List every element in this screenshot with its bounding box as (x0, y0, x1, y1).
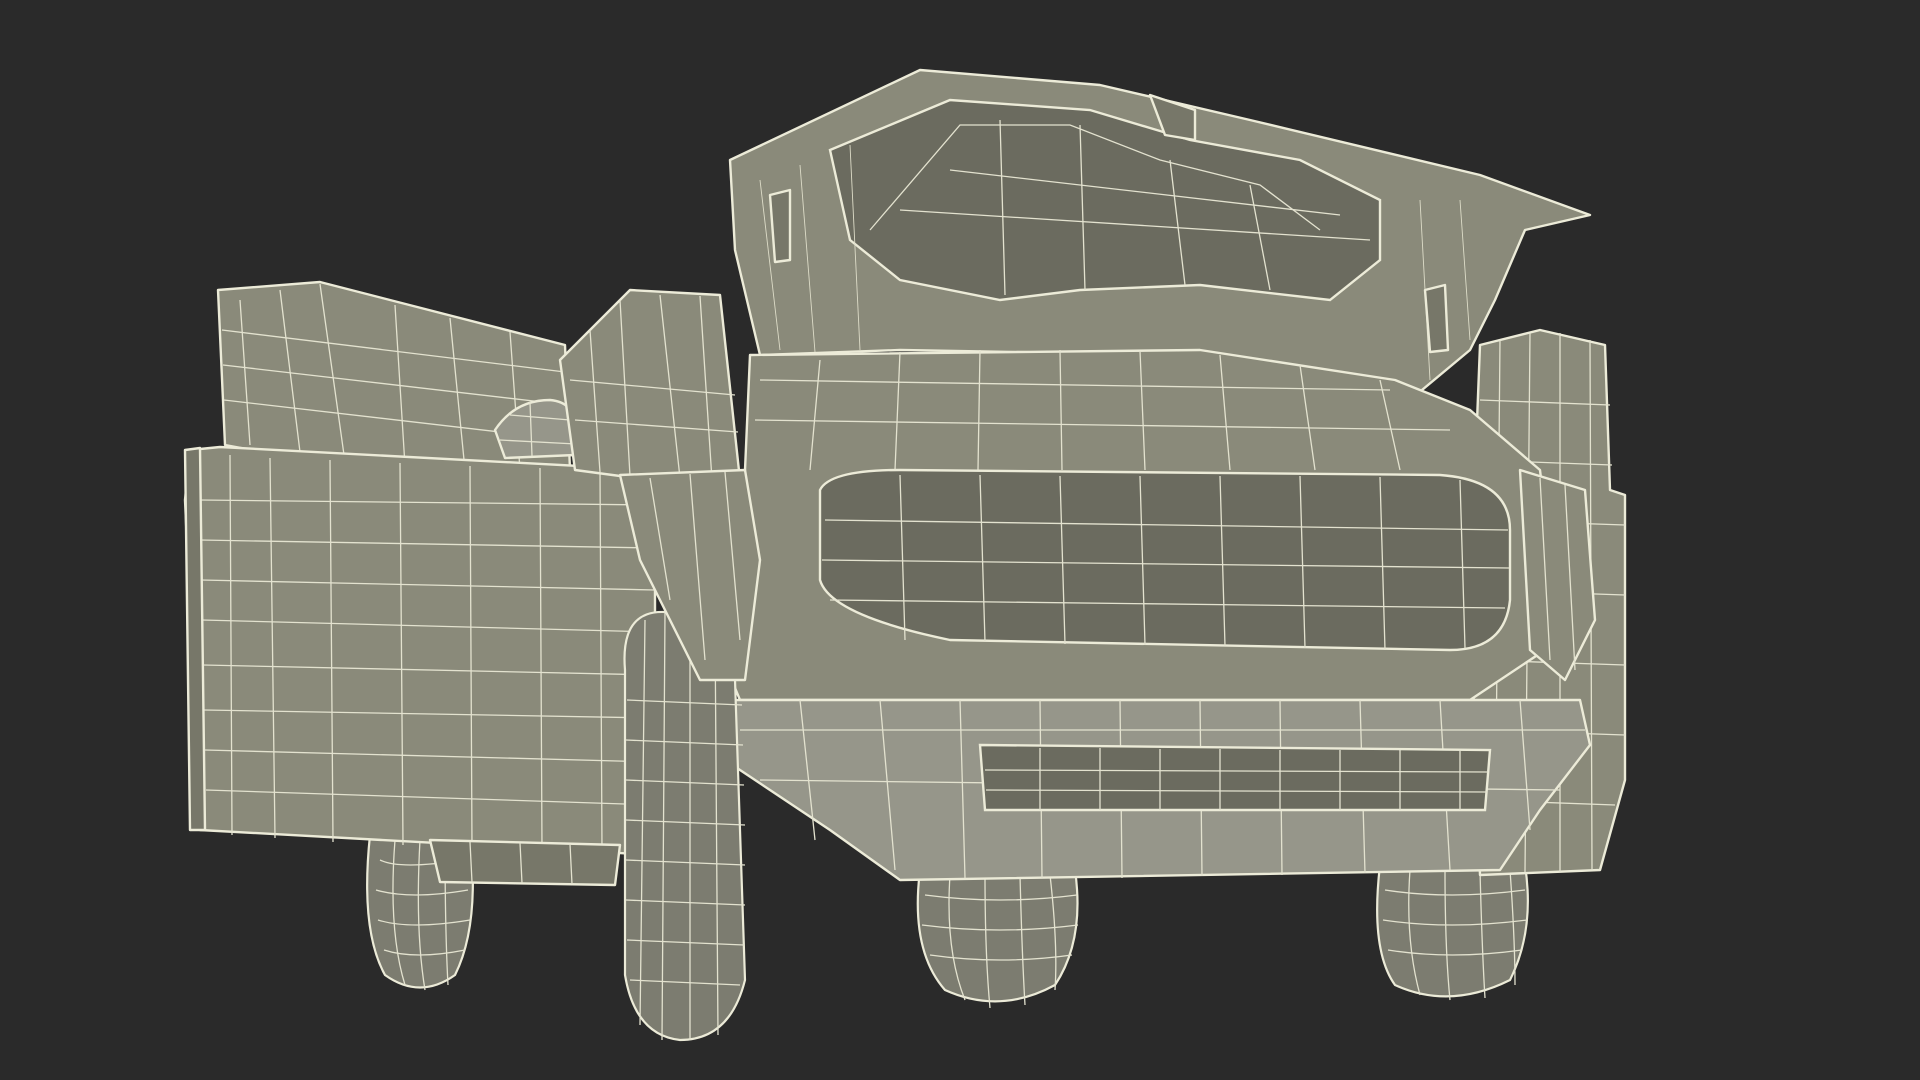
front-grille-opening (818, 468, 1512, 652)
left-side-skirt (428, 838, 622, 887)
a-pillar-left (558, 288, 742, 482)
front-right-wheel (916, 868, 1079, 1009)
rear-right-wheel (1376, 863, 1529, 1001)
car-wireframe-model (183, 68, 1627, 1042)
viewport-3d[interactable] (0, 0, 1920, 1080)
lower-grille (978, 743, 1492, 812)
